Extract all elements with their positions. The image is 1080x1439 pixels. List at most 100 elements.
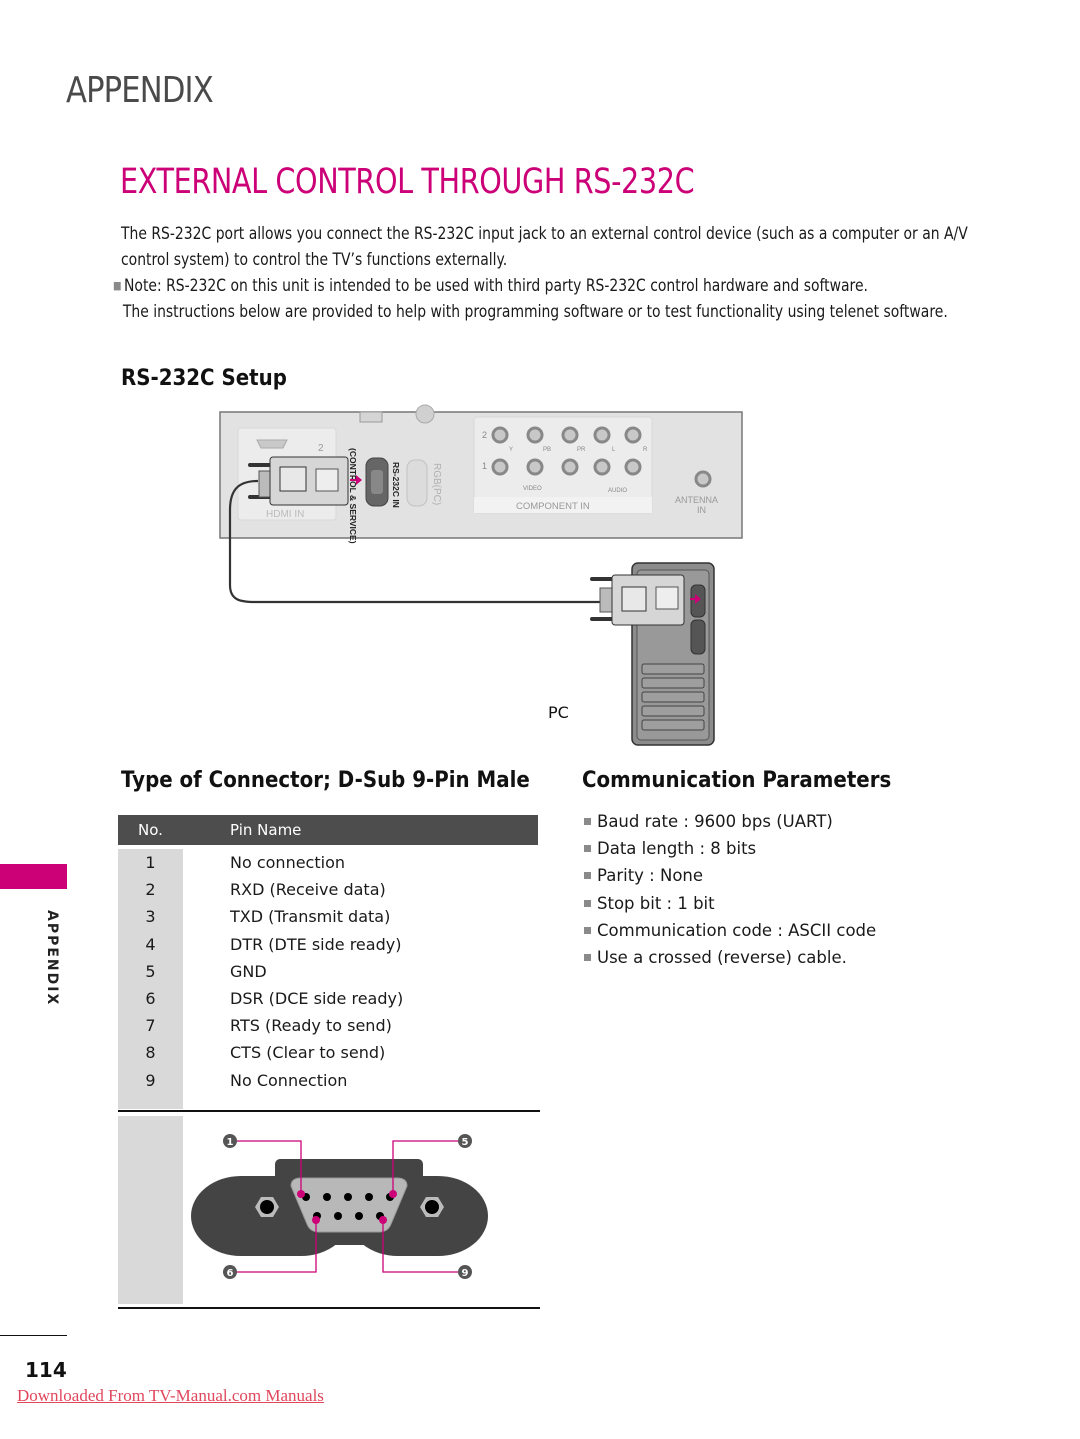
pin-table: No. Pin Name 1 No connection 2 RXD (Receiv… — [118, 815, 538, 1109]
column-header-no: No. — [138, 821, 163, 839]
table-header: No. Pin Name — [118, 815, 538, 845]
pin-number: 7 — [145, 1016, 156, 1036]
serial-cable — [228, 479, 602, 604]
intro-paragraph: The RS-232C port allows you connect the … — [121, 224, 968, 270]
screw-hole-left — [260, 1200, 274, 1214]
pr-label: PR — [577, 447, 586, 453]
pin-number: 3 — [145, 907, 156, 927]
bullet-icon — [584, 954, 591, 962]
pin-name: DTR (DTE side ready) — [230, 934, 402, 954]
row-2-label: 2 — [482, 430, 487, 440]
row-1-label: 1 — [482, 461, 487, 471]
note-line-2: The instructions below are provided to h… — [122, 302, 948, 322]
connector-heading: Type of Connector; D-Sub 9-Pin Male — [121, 768, 530, 793]
antenna-jack-icon — [694, 470, 712, 488]
download-source-link[interactable]: Downloaded From TV-Manual.com Manuals — [17, 1386, 324, 1406]
tv-back-panel: 2 HDMI IN (CONTROL & SERVICE) RS-232C IN… — [219, 404, 743, 544]
list-item: Parity : None — [584, 862, 876, 889]
list-item: Stop bit : 1 bit — [584, 890, 876, 917]
page-number: 114 — [25, 1358, 67, 1382]
hdmi-in-label: HDMI IN — [266, 509, 304, 520]
callout-5: 5 — [462, 1137, 469, 1148]
callout-1: 1 — [227, 1137, 234, 1148]
pin-number: 2 — [145, 880, 156, 900]
audio-label: AUDIO — [608, 488, 627, 494]
diagram-column-shade — [118, 1116, 183, 1304]
note-block: ■ Note: RS-232C on this unit is intended … — [113, 273, 995, 325]
callout-6: 6 — [227, 1268, 234, 1279]
control-service-label: (CONTROL & SERVICE) — [348, 448, 358, 544]
l-label: L — [612, 447, 616, 453]
table-row: 9 No Connection — [118, 1067, 538, 1094]
pin-name: CTS (Clear to send) — [230, 1043, 386, 1063]
db9-pinout-diagram: 1 5 6 9 — [191, 1134, 488, 1279]
tv-side-db9-plug — [248, 456, 362, 506]
pin-name: No Connection — [230, 1070, 348, 1090]
table-row: 6 DSR (DCE side ready) — [118, 985, 538, 1012]
component-in-label: COMPONENT IN — [516, 501, 590, 512]
rgb-pc-label: RGB(PC) — [431, 463, 442, 505]
pin-name: TXD (Transmit data) — [230, 907, 391, 927]
insert-arrow-icon — [350, 475, 362, 485]
pin-number: 6 — [145, 989, 156, 1009]
section-label: APPENDIX — [66, 70, 214, 111]
pc-tower — [590, 562, 715, 746]
bullet-icon — [584, 926, 591, 934]
hdmi-number: 2 — [318, 443, 324, 454]
list-item: Use a crossed (reverse) cable. — [584, 944, 876, 971]
list-item: Baud rate : 9600 bps (UART) — [584, 808, 876, 835]
table-bottom-rule — [118, 1307, 540, 1309]
table-row: 7 RTS (Ready to send) — [118, 1012, 538, 1039]
pin-name: RTS (Ready to send) — [230, 1016, 392, 1036]
table-row: 3 TXD (Transmit data) — [118, 903, 538, 930]
table-body: 1 No connection 2 RXD (Receive data) 3 TXD … — [118, 849, 538, 1109]
bullet-icon: ■ — [113, 279, 122, 292]
pin-name: No connection — [230, 853, 345, 873]
bullet-icon — [584, 872, 591, 880]
rgb-pc-port-icon — [406, 459, 428, 507]
side-tab-label: APPENDIX — [44, 910, 60, 1007]
bullet-icon — [584, 818, 591, 825]
pc-label: PC — [548, 703, 569, 722]
video-label: VIDEO — [523, 486, 542, 492]
bullet-icon — [584, 845, 591, 853]
callout-9: 9 — [462, 1268, 469, 1279]
rs232c-port-icon — [365, 457, 389, 507]
screw-hole-right — [425, 1200, 439, 1214]
table-row: 4 DTR (DTE side ready) — [118, 931, 538, 958]
side-tab-marker — [0, 864, 67, 889]
pin-face — [290, 1177, 408, 1233]
rs232c-in-label: RS-232C IN — [391, 462, 401, 508]
pin-number: 9 — [145, 1070, 156, 1090]
table-row: 1 No connection — [118, 849, 538, 876]
pc-vga-port-icon — [690, 619, 706, 655]
table-row: 8 CTS (Clear to send) — [118, 1039, 538, 1066]
pin-name: GND — [230, 961, 267, 981]
pin-number: 8 — [145, 1043, 156, 1063]
y-label: Y — [509, 447, 513, 453]
pin-name: DSR (DCE side ready) — [230, 989, 404, 1009]
antenna-label-1: ANTENNA — [675, 495, 718, 505]
pin-name: RXD (Receive data) — [230, 880, 386, 900]
pb-label: PB — [543, 447, 551, 453]
list-item: Data length : 8 bits — [584, 835, 876, 862]
pin-number: 5 — [145, 961, 156, 981]
list-item: Communication code : ASCII code — [584, 917, 876, 944]
antenna-label-2: IN — [697, 505, 706, 515]
setup-heading: RS-232C Setup — [121, 366, 287, 391]
table-divider — [118, 1110, 540, 1112]
footer-rule — [0, 1335, 67, 1336]
r-label: R — [643, 447, 648, 453]
pin-number: 4 — [145, 934, 156, 954]
pc-com-port-icon — [690, 584, 706, 618]
parameters-heading: Communication Parameters — [582, 768, 892, 793]
column-header-pin-name: Pin Name — [230, 821, 302, 839]
table-row: 5 GND — [118, 958, 538, 985]
pc-insert-arrow-icon — [690, 594, 701, 604]
pin-number: 1 — [145, 853, 156, 873]
table-row: 2 RXD (Receive data) — [118, 876, 538, 903]
hdmi-port-icon — [256, 439, 288, 449]
rca-jacks — [491, 426, 642, 476]
bullet-icon — [584, 899, 591, 907]
parameters-list: Baud rate : 9600 bps (UART) Data length … — [584, 808, 876, 971]
